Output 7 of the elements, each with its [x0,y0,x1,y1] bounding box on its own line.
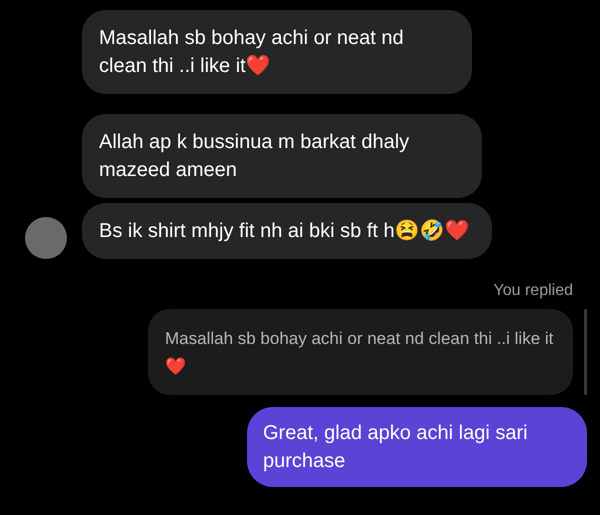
received-message: Allah ap k bussinua m barkat dhaly mazeed ameen [82,114,482,198]
reply-label: You replied [494,281,573,301]
received-message: Masallah sb bohay achi or neat nd clean thi ..i like it❤ [82,10,472,94]
received-message: Bs ik shirt mhjy fit nh ai bki sb ft h😫🤣❤ [82,203,492,259]
sent-message: Great, glad apko achi lagi sari purchase [247,407,587,487]
quoted-message: Masallah sb bohay achi or neat nd clean thi ..i like it❤ [148,309,573,395]
avatar[interactable] [25,217,67,259]
